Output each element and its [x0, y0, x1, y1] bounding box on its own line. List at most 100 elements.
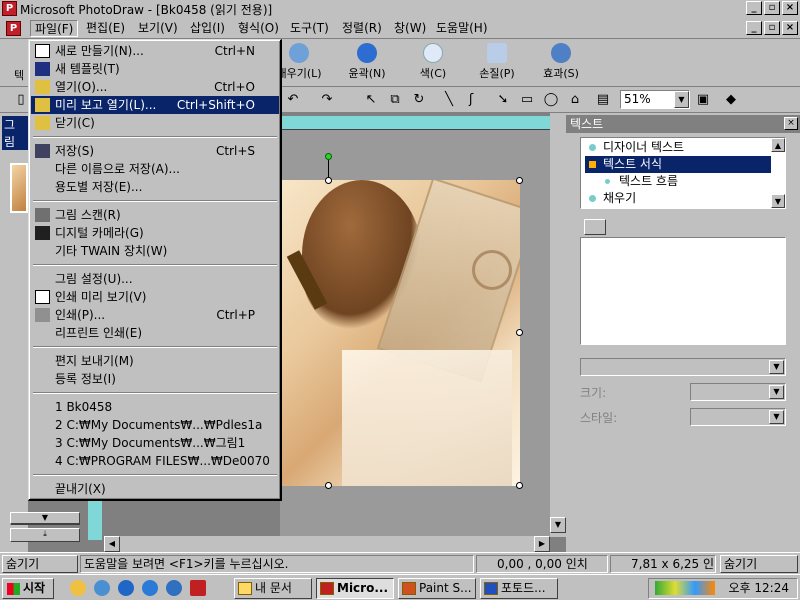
style-combo[interactable]: ▼	[690, 408, 786, 426]
rotation-handle[interactable]	[325, 153, 332, 160]
menu-item-close[interactable]: 닫기(C)	[31, 114, 279, 132]
outline-button[interactable]: 윤곽(N)	[338, 43, 396, 85]
menu-tools[interactable]: 도구(T)	[286, 20, 333, 37]
menu-view[interactable]: 보기(V)	[134, 20, 182, 37]
resize-handle-top[interactable]	[325, 177, 332, 184]
tree-item-text-format[interactable]: 텍스트 서식	[585, 156, 771, 173]
task-photodraw[interactable]: Micro...	[316, 578, 394, 599]
menu-item-print[interactable]: 인쇄(P)... Ctrl+P	[31, 306, 279, 324]
photodraw-icon[interactable]: P	[2, 1, 17, 16]
menu-arrange[interactable]: 정렬(R)	[338, 20, 386, 37]
menu-window[interactable]: 창(W)	[390, 20, 430, 37]
menu-item-new[interactable]: 새로 만들기(N)... Ctrl+N	[31, 42, 279, 60]
font-browse-icon[interactable]	[584, 219, 606, 235]
resize-handle-bottom-right[interactable]	[516, 482, 523, 489]
crop-icon[interactable]: ⧉	[386, 91, 404, 109]
resize-handle-bottom[interactable]	[325, 482, 332, 489]
effects-button[interactable]: 효과(S)	[532, 43, 590, 85]
menu-item-recent-1[interactable]: 1 Bk0458	[31, 398, 279, 416]
chevron-down-icon[interactable]: ▼	[674, 91, 689, 108]
menu-item-twain[interactable]: 기타 TWAIN 장치(W)	[31, 242, 279, 260]
close-button[interactable]: ×	[782, 1, 798, 15]
tree-scroll-down-icon[interactable]: ▼	[771, 194, 785, 208]
color-button[interactable]: 색(C)	[404, 43, 462, 85]
doc-minimize-button[interactable]: _	[746, 21, 762, 35]
task-my-documents[interactable]: 내 문서	[234, 578, 312, 599]
photodraw-quicklaunch-icon[interactable]	[190, 580, 206, 596]
start-button[interactable]: 시작	[2, 578, 54, 599]
rotate-icon[interactable]: ↻	[410, 91, 428, 109]
tree-item-fill[interactable]: 채우기	[585, 190, 771, 207]
line-icon[interactable]: ╲	[440, 91, 458, 109]
fit-view-icon[interactable]: ▣	[694, 91, 712, 109]
clock[interactable]: 오후 12:24	[729, 579, 789, 598]
menu-insert[interactable]: 삽입(I)	[186, 20, 229, 37]
doc-icon[interactable]: P	[6, 21, 21, 36]
menu-item-reprint[interactable]: 리프린트 인쇄(E)	[31, 324, 279, 342]
tree-scroll-up-icon[interactable]: ▲	[771, 138, 785, 152]
menu-item-save-for-use[interactable]: 용도별 저장(E)...	[31, 178, 279, 196]
menu-format[interactable]: 형식(O)	[234, 20, 283, 37]
menu-item-save[interactable]: 저장(S) Ctrl+S	[31, 142, 279, 160]
chevron-down-icon[interactable]: ▼	[769, 410, 784, 424]
clipart-icon[interactable]: ◆	[722, 91, 740, 109]
scroll-down-arrow-icon[interactable]: ▼	[550, 517, 566, 533]
menu-item-print-preview[interactable]: 인쇄 미리 보기(V)	[31, 288, 279, 306]
menu-item-recent-2[interactable]: 2 C:₩My Documents₩...₩Pdles1a	[31, 416, 279, 434]
menu-item-scan[interactable]: 그림 스캔(R)	[31, 206, 279, 224]
horizontal-scrollbar[interactable]: ◀ ▶	[104, 536, 550, 552]
arrow-icon[interactable]: ➘	[494, 91, 512, 109]
menu-item-preview-open[interactable]: 미리 보고 열기(L)... Ctrl+Shift+O	[31, 96, 279, 114]
undo-icon[interactable]: ↶	[284, 91, 302, 109]
scroll-down-button[interactable]: ▼	[10, 512, 80, 524]
resize-handle-right[interactable]	[516, 329, 523, 336]
text-tool-icon[interactable]: ▤	[594, 91, 612, 109]
doc-restore-button[interactable]: ▫	[764, 21, 780, 35]
scroll-right-arrow-icon[interactable]: ▶	[534, 536, 550, 552]
tray-icons[interactable]	[655, 581, 715, 595]
doc-close-button[interactable]: ×	[782, 21, 798, 35]
photo-image[interactable]	[282, 180, 520, 486]
menu-item-properties[interactable]: 등록 정보(I)	[31, 370, 279, 388]
menu-item-recent-3[interactable]: 3 C:₩My Documents₩...₩그림1	[31, 434, 279, 452]
chevron-down-icon[interactable]: ▼	[769, 360, 784, 374]
desktop-quicklaunch-icon[interactable]	[70, 580, 86, 596]
tree-item-text-flow[interactable]: 텍스트 흐름	[585, 173, 771, 190]
menu-item-open[interactable]: 열기(O)... Ctrl+O	[31, 78, 279, 96]
menu-file[interactable]: 파일(F)	[30, 20, 79, 37]
scroll-end-button[interactable]: ⤓	[10, 528, 80, 542]
menu-item-exit[interactable]: 끝내기(X)	[31, 480, 279, 498]
ie-quicklaunch-icon[interactable]	[118, 580, 134, 596]
pointer-icon[interactable]: ↖	[362, 91, 380, 109]
task-paint-shop[interactable]: Paint S...	[398, 578, 476, 599]
menu-item-save-as[interactable]: 다른 이름으로 저장(A)...	[31, 160, 279, 178]
ie3-quicklaunch-icon[interactable]	[166, 580, 182, 596]
maximize-button[interactable]: ▫	[764, 1, 780, 15]
outlook-quicklaunch-icon[interactable]	[94, 580, 110, 596]
hide-right-button[interactable]: 숨기기	[720, 555, 798, 573]
menu-item-recent-4[interactable]: 4 C:₩PROGRAM FILES₩...₩De0070	[31, 452, 279, 470]
ie2-quicklaunch-icon[interactable]	[142, 580, 158, 596]
touchup-button[interactable]: 손질(P)	[468, 43, 526, 85]
menu-item-camera[interactable]: 디지털 카메라(G)	[31, 224, 279, 242]
menu-item-picture-setup[interactable]: 그림 설정(U)...	[31, 270, 279, 288]
menu-edit[interactable]: 편집(E)	[82, 20, 129, 37]
menu-help[interactable]: 도움말(H)	[432, 20, 492, 37]
resize-handle-top-right[interactable]	[516, 177, 523, 184]
scroll-left-arrow-icon[interactable]: ◀	[104, 536, 120, 552]
size-combo[interactable]: ▼	[690, 383, 786, 401]
vertical-scrollbar[interactable]: ▼	[550, 113, 566, 537]
menu-item-send-mail[interactable]: 편지 보내기(M)	[31, 352, 279, 370]
hide-left-button[interactable]: 숨기기	[2, 555, 78, 573]
rectangle-icon[interactable]: ▭	[518, 91, 536, 109]
task-photodraw-doc[interactable]: 포토드...	[480, 578, 558, 599]
chevron-down-icon[interactable]: ▼	[769, 385, 784, 399]
redo-icon[interactable]: ↷	[318, 91, 336, 109]
close-icon[interactable]: ×	[784, 117, 798, 130]
font-combo[interactable]: ▼	[580, 358, 786, 376]
thumbnail[interactable]	[10, 163, 28, 213]
minimize-button[interactable]: _	[746, 1, 762, 15]
shape-icon[interactable]: ⌂	[566, 91, 584, 109]
ellipse-icon[interactable]: ◯	[542, 91, 560, 109]
menu-item-new-template[interactable]: 새 템플릿(T)	[31, 60, 279, 78]
